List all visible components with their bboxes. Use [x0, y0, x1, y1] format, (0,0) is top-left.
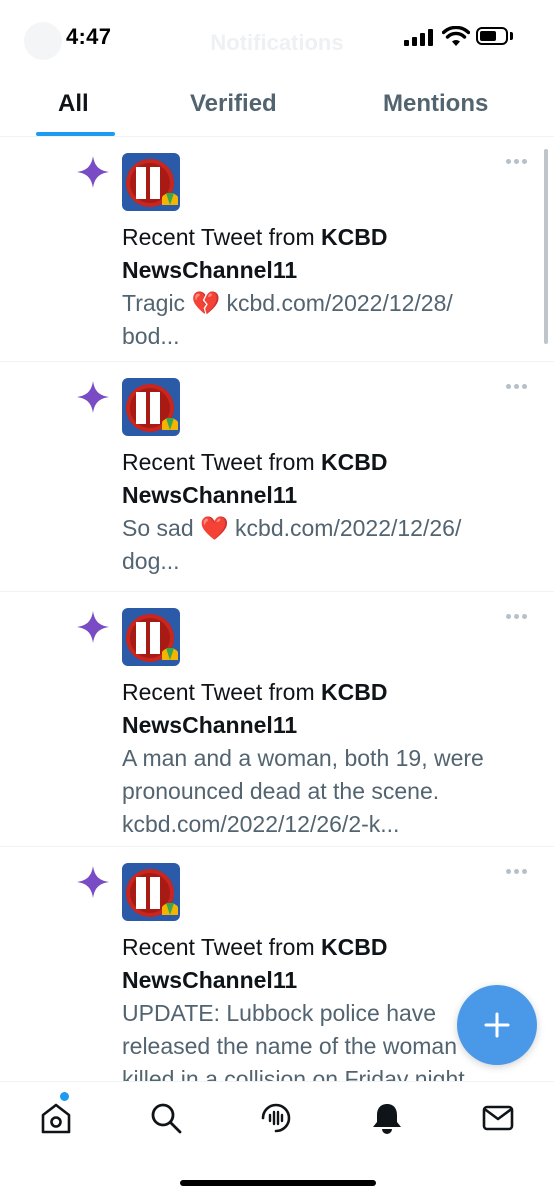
notification-body-line: A man and a woman, both 19, were — [122, 745, 484, 771]
notification-title: Recent Tweet from KCBD NewsChannel11 — [122, 679, 388, 738]
more-options-icon[interactable] — [506, 380, 530, 392]
sparkle-icon — [77, 611, 109, 643]
notification-title: Recent Tweet from KCBD NewsChannel11 — [122, 224, 388, 283]
kcbd-logo-icon[interactable] — [122, 608, 180, 666]
notification-body-line: pronounced dead at the scene. — [122, 778, 440, 804]
battery-tip — [510, 32, 513, 40]
compose-tweet-button[interactable] — [457, 985, 537, 1065]
notification-item[interactable]: Recent Tweet from KCBD NewsChannel11 Tra… — [0, 137, 554, 362]
notification-tabs: All Verified Mentions — [0, 76, 554, 137]
wifi-icon — [442, 26, 470, 46]
kcbd-logo-icon[interactable] — [122, 863, 180, 921]
notification-body-line: dog... — [122, 548, 180, 574]
spaces-icon[interactable] — [258, 1100, 294, 1136]
notification-body-line: So sad ❤️ kcbd.com/2022/12/26/ — [122, 515, 462, 541]
more-options-icon[interactable] — [506, 155, 530, 167]
search-icon[interactable] — [148, 1100, 184, 1136]
more-options-icon[interactable] — [506, 865, 530, 877]
notification-item[interactable]: Recent Tweet from KCBD NewsChannel11 A m… — [0, 592, 554, 847]
plus-icon — [484, 1012, 510, 1038]
active-tab-indicator — [36, 132, 115, 136]
more-options-icon[interactable] — [506, 610, 530, 622]
notification-body-line: bod... — [122, 323, 180, 349]
sparkle-icon — [77, 866, 109, 898]
notification-body-line: killed in a collision on Friday night — [122, 1066, 465, 1081]
home-indicator-bar[interactable] — [180, 1180, 376, 1186]
home-icon[interactable] — [38, 1100, 74, 1136]
home-unread-badge — [60, 1092, 69, 1101]
status-time: 4:47 — [66, 24, 112, 49]
kcbd-logo-icon[interactable] — [122, 378, 180, 436]
messages-envelope-icon[interactable] — [480, 1100, 516, 1136]
tab-verified[interactable]: Verified — [190, 90, 277, 118]
scrollbar[interactable] — [544, 149, 548, 344]
tab-all[interactable]: All — [58, 90, 89, 118]
notification-item[interactable]: Recent Tweet from KCBD NewsChannel11 So … — [0, 362, 554, 592]
notification-body-line: Tragic 💔 kcbd.com/2022/12/28/ — [122, 290, 453, 316]
notifications-bell-icon[interactable] — [369, 1100, 405, 1136]
cellular-signal-icon — [404, 28, 434, 46]
notification-body-line: kcbd.com/2022/12/26/2-k... — [122, 811, 400, 837]
notification-title: Recent Tweet from KCBD NewsChannel11 — [122, 449, 388, 508]
status-bar: Notifications 4:47 — [0, 0, 554, 76]
tab-mentions[interactable]: Mentions — [383, 90, 488, 118]
sparkle-icon — [77, 156, 109, 188]
kcbd-logo-icon[interactable] — [122, 153, 180, 211]
sparkle-icon — [77, 381, 109, 413]
battery-icon — [476, 27, 508, 45]
notification-feed[interactable]: Recent Tweet from KCBD NewsChannel11 Tra… — [0, 137, 554, 1081]
